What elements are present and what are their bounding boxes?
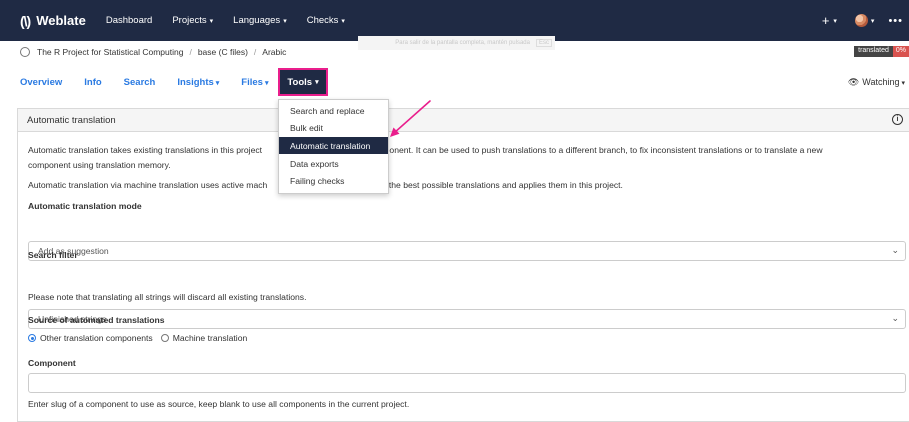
tab-info-label: Info	[84, 76, 102, 88]
nav-projects[interactable]: Projects ▾	[172, 15, 213, 26]
chevron-down-icon: ⌄	[891, 313, 899, 323]
tab-tools-label: Tools	[287, 76, 313, 88]
chevron-down-icon: ▾	[283, 18, 287, 25]
source-label: Source of automated translations	[28, 315, 165, 325]
tab-files-label: Files	[241, 76, 263, 88]
tab-overview-label: Overview	[20, 76, 63, 88]
breadcrumb-component[interactable]: base (C files)	[198, 47, 248, 57]
tab-files[interactable]: Files ▾	[241, 77, 268, 88]
breadcrumb-language[interactable]: Arabic	[262, 47, 286, 57]
menu-item-automatic-translation[interactable]: Automatic translation	[279, 137, 388, 154]
chevron-down-icon: ▾	[209, 18, 214, 25]
component-tabs: Overview Info Search Insights ▾ Files ▾	[20, 68, 290, 96]
menu-item-automatic-translation-label: Automatic translation	[290, 140, 371, 151]
tab-tools[interactable]: Tools ▾	[278, 68, 328, 96]
watching-label: Watching	[862, 77, 900, 87]
component-label: Component	[28, 358, 76, 368]
component-help: Enter slug of a component to use as sour…	[28, 399, 410, 409]
menu-item-bulk-edit[interactable]: Bulk edit	[279, 119, 388, 136]
breadcrumb-project[interactable]: The R Project for Statistical Computing	[37, 47, 183, 57]
avatar[interactable]	[854, 14, 868, 27]
tools-dropdown-menu: Search and replace Bulk edit Automatic t…	[278, 99, 389, 194]
nav-dashboard-label: Dashboard	[105, 15, 153, 26]
brand[interactable]: (\) Weblate	[20, 13, 86, 29]
description-1-part-a: Automatic translation takes existing tra…	[28, 145, 263, 155]
description-1-part-c: component using translation memory.	[28, 160, 171, 170]
menu-item-data-exports[interactable]: Data exports	[279, 155, 388, 172]
esc-key: Esc	[535, 39, 552, 47]
chevron-down-icon: ▾	[341, 18, 345, 25]
mode-label: Automatic translation mode	[28, 201, 142, 211]
menu-item-bulk-edit-label: Bulk edit	[290, 122, 323, 133]
nav-languages[interactable]: Languages ▾	[233, 15, 287, 26]
translated-badge: translated 0%	[854, 46, 909, 57]
navbar-right: + ▾ ▾ •••	[822, 0, 903, 41]
menu-item-failing-checks[interactable]: Failing checks	[279, 172, 388, 189]
filter-label: Search filter	[28, 250, 78, 260]
radio-machine-translation[interactable]	[160, 334, 169, 342]
chevron-down-icon: ⌄	[891, 245, 899, 255]
menu-item-failing-checks-label: Failing checks	[290, 175, 345, 186]
panel-description-1: Automatic translation takes existing tra…	[28, 143, 903, 173]
tab-search-label: Search	[123, 76, 156, 88]
panel-description-2: Automatic translation via machine transl…	[28, 178, 903, 193]
brand-name: Weblate	[36, 13, 86, 28]
translated-badge-label: translated	[854, 46, 893, 57]
menu-item-search-replace-label: Search and replace	[290, 105, 365, 116]
fullscreen-hint: Para salir de la pantalla completa, mant…	[358, 36, 555, 50]
description-2-part-b: et the best possible translations and ap…	[379, 180, 623, 190]
tab-info[interactable]: Info	[84, 77, 101, 88]
automatic-translation-panel: Automatic translation i Automatic transl…	[17, 108, 909, 422]
chevron-down-icon: ▾	[833, 17, 837, 25]
chevron-down-icon: ▾	[215, 79, 220, 87]
panel-header: Automatic translation i	[18, 109, 909, 132]
radio-other-components-label[interactable]: Other translation components	[40, 333, 153, 343]
filter-note: Please note that translating all strings…	[28, 292, 307, 302]
chevron-down-icon: ▾	[870, 17, 875, 25]
nav-checks-label: Checks	[306, 15, 339, 26]
nav-dashboard[interactable]: Dashboard	[106, 15, 152, 26]
chevron-down-icon: ▾	[264, 79, 269, 87]
annotation-arrow-icon	[390, 100, 431, 137]
translated-badge-value: 0%	[892, 46, 909, 57]
breadcrumb-separator: /	[253, 47, 257, 57]
watching-button[interactable]: 👁 Watching ▾	[848, 77, 905, 88]
radio-other-components[interactable]	[28, 334, 36, 342]
radio-machine-translation-label[interactable]: Machine translation	[173, 333, 248, 343]
globe-icon	[20, 47, 30, 57]
description-1-part-b: ent component. It can be used to push tr…	[354, 145, 823, 155]
tab-insights[interactable]: Insights ▾	[177, 77, 219, 88]
fullscreen-hint-text: Para salir de la pantalla completa, mant…	[395, 40, 530, 46]
menu-item-data-exports-label: Data exports	[290, 158, 339, 169]
nav-projects-label: Projects	[172, 15, 207, 26]
panel-title: Automatic translation	[27, 114, 116, 126]
nav-checks[interactable]: Checks ▾	[307, 15, 345, 26]
breadcrumb: The R Project for Statistical Computing …	[20, 45, 286, 59]
info-icon[interactable]: i	[892, 114, 903, 125]
component-input[interactable]	[28, 373, 906, 393]
more-menu-button[interactable]: •••	[888, 15, 903, 27]
nav-languages-label: Languages	[233, 15, 281, 26]
tab-search[interactable]: Search	[124, 77, 156, 88]
breadcrumb-separator: /	[189, 47, 192, 57]
source-radio-group: Other translation components Machine tra…	[28, 333, 247, 343]
top-navbar: (\) Weblate Dashboard Projects ▾ Language…	[0, 0, 909, 41]
mode-select[interactable]: Add as suggestion ⌄	[28, 241, 906, 261]
add-menu-button[interactable]: +	[822, 13, 830, 28]
chevron-down-icon: ▾	[315, 79, 319, 86]
menu-item-search-replace[interactable]: Search and replace	[279, 102, 388, 119]
tab-insights-label: Insights	[177, 76, 214, 88]
chevron-down-icon: ▾	[901, 80, 905, 87]
tab-overview[interactable]: Overview	[20, 77, 62, 88]
description-2-part-a: Automatic translation via machine transl…	[28, 180, 268, 190]
weblate-logo-icon: (\)	[20, 12, 31, 29]
eye-icon: 👁	[847, 77, 860, 87]
